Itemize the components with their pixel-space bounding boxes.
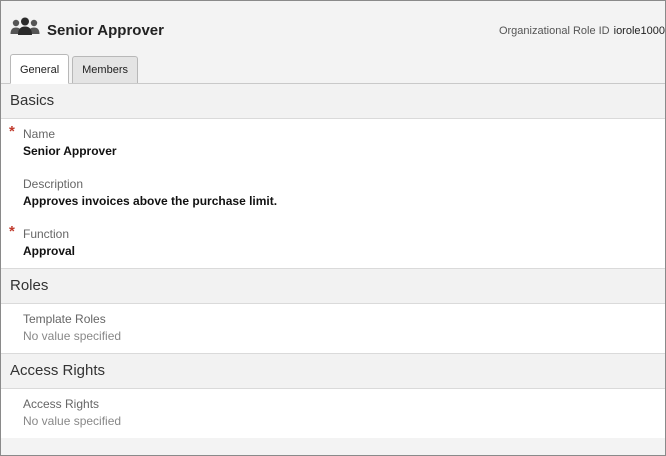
description-value: Approves invoices above the purchase lim…	[23, 194, 278, 208]
page-header: Senior Approver Organizational Role ID io…	[1, 1, 665, 84]
description-field: Description Approves invoices above the …	[1, 175, 665, 208]
name-field: * Name Senior Approver	[1, 123, 665, 158]
role-id: Organizational Role ID iorole1000	[499, 25, 665, 37]
required-marker: *	[9, 123, 15, 140]
section-basics: * Name Senior Approver Description Appro…	[1, 119, 665, 268]
tab-general[interactable]: General	[10, 54, 70, 84]
access-rights-value: No value specified	[23, 414, 122, 428]
access-rights-field: Access Rights No value specified	[1, 395, 665, 428]
template-roles-value: No value specified	[23, 329, 122, 343]
name-label: Name	[23, 127, 56, 141]
function-value: Approval	[23, 244, 76, 258]
function-label: Function	[23, 227, 70, 241]
access-rights-label: Access Rights	[23, 397, 100, 411]
role-id-label: Organizational Role ID	[498, 25, 610, 37]
tab-members[interactable]: Members	[72, 56, 138, 83]
required-marker: *	[9, 223, 15, 240]
template-roles-field: Template Roles No value specified	[1, 310, 665, 343]
role-id-value: iorole1000	[613, 25, 665, 37]
page-title: Senior Approver	[47, 22, 164, 39]
tab-bar: General Members	[10, 54, 141, 84]
name-value: Senior Approver	[23, 144, 117, 158]
section-roles-header: Roles	[1, 268, 665, 304]
role-detail-window: Senior Approver Organizational Role ID io…	[0, 0, 666, 456]
general-tab-content: Basics * Name Senior Approver Descriptio…	[1, 84, 665, 438]
template-roles-label: Template Roles	[23, 312, 106, 326]
function-field: * Function Approval	[1, 223, 665, 258]
section-roles: Template Roles No value specified	[1, 304, 665, 353]
group-users-icon	[10, 17, 40, 35]
description-label: Description	[23, 177, 84, 191]
section-basics-header: Basics	[1, 84, 665, 119]
section-access-rights-header: Access Rights	[1, 353, 665, 389]
section-access-rights: Access Rights No value specified	[1, 389, 665, 438]
